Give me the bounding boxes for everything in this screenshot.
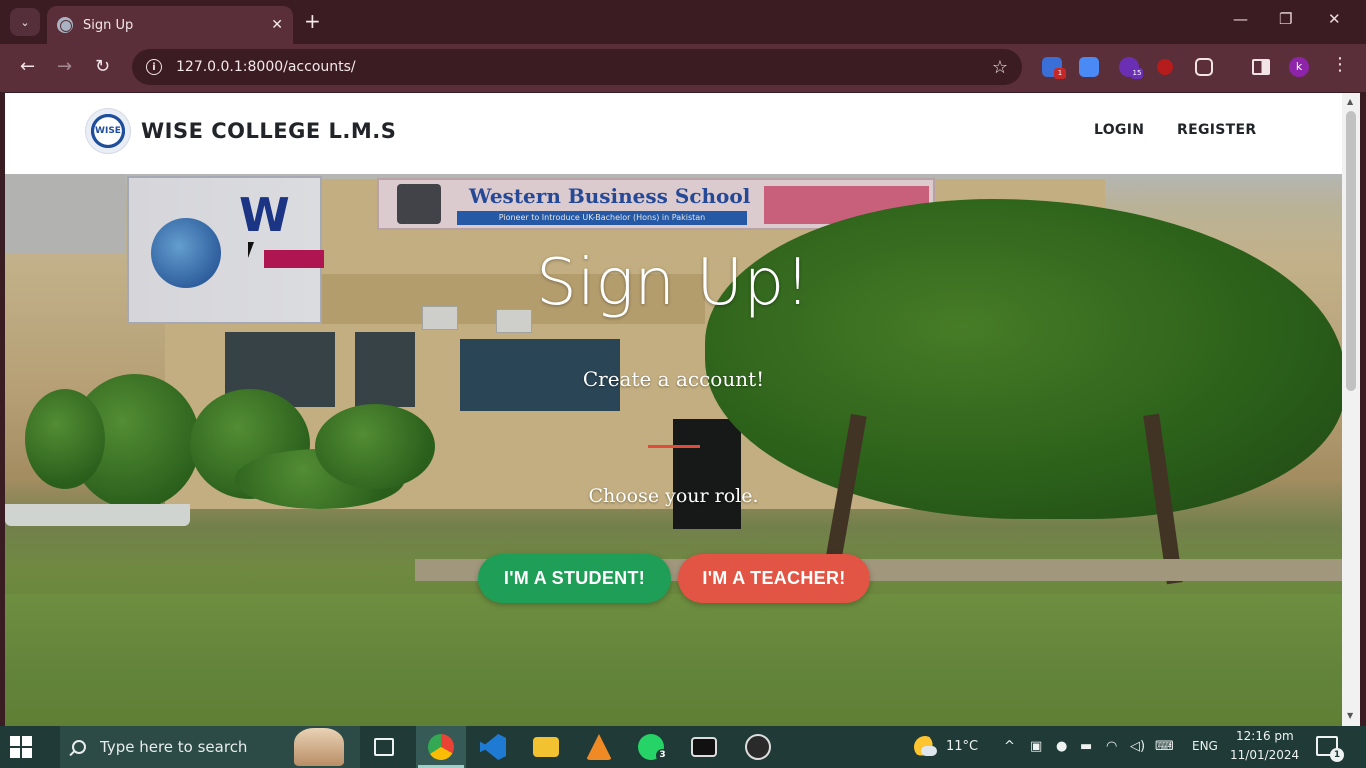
clock-time[interactable]: 12:16 pm [1236,729,1294,743]
browser-tab-strip: ⌄ Sign Up ✕ + — ❐ ✕ [0,0,1366,44]
hero-section: W Western Business School Pioneer to Int… [5,174,1342,726]
chrome-app-icon[interactable] [428,734,454,760]
close-window-icon[interactable]: ✕ [1328,10,1341,28]
battery-icon[interactable]: ▬ [1080,739,1092,754]
role-prompt: Choose your role. [588,485,759,507]
microphone-icon[interactable]: ● [1056,739,1067,754]
wifi-icon[interactable]: ◠ [1106,739,1117,754]
file-explorer-icon[interactable] [533,737,559,757]
input-language[interactable]: ENG [1192,739,1218,753]
browser-tab-active[interactable]: Sign Up ✕ [47,6,293,44]
site-navbar: WISE WISE COLLEGE L.M.S LOGIN REGISTER [5,93,1342,174]
scroll-down-arrow-icon[interactable]: ▼ [1347,711,1353,720]
browser-menu-icon[interactable]: ⋮ [1331,54,1349,76]
scroll-up-arrow-icon[interactable]: ▲ [1347,97,1353,106]
taskbar-search-placeholder[interactable]: Type here to search [100,738,247,756]
tab-search-dropdown-icon[interactable]: ⌄ [10,8,40,36]
address-url[interactable]: 127.0.0.1:8000/accounts/ [176,59,992,75]
web-page: WISE WISE COLLEGE L.M.S LOGIN REGISTER W… [5,93,1342,726]
windows-start-icon[interactable] [10,736,32,758]
whatsapp-app-icon[interactable]: 3 [638,734,669,762]
brand-name[interactable]: WISE COLLEGE L.M.S [141,119,396,143]
nav-register-link[interactable]: REGISTER [1177,122,1256,138]
forward-arrow-icon[interactable]: → [57,56,72,78]
extensions-puzzle-icon[interactable] [1195,58,1213,76]
student-signup-button[interactable]: I'M A STUDENT! [478,554,671,603]
bookmark-star-icon[interactable]: ☆ [992,57,1008,78]
profile-avatar[interactable]: k [1289,57,1309,77]
college-logo: WISE [85,108,131,154]
keyboard-icon[interactable]: ⌨ [1155,739,1174,754]
extension-badge: 1 [1054,68,1066,79]
extension-badge: 15 [1131,68,1143,79]
tab-title: Sign Up [83,17,134,33]
vlc-app-icon[interactable] [586,734,612,760]
weather-cloud-sun-icon[interactable] [914,736,937,758]
clock-date[interactable]: 11/01/2024 [1230,748,1299,762]
volume-icon[interactable]: ◁) [1130,739,1145,754]
extension-chrome-icon[interactable]: 1 [1042,57,1066,79]
site-info-icon[interactable]: i [146,59,162,75]
back-arrow-icon[interactable]: ← [20,56,35,78]
search-highlight-cat-image [294,728,344,766]
restore-window-icon[interactable]: ❐ [1279,10,1292,28]
meet-now-icon[interactable]: ▣ [1030,739,1042,754]
recorder-app-icon[interactable] [745,734,771,760]
terminal-app-icon[interactable] [691,737,717,757]
page-scrollbar[interactable]: ▲ ▼ [1342,93,1360,726]
signup-subtitle: Create a account! [582,367,765,391]
reload-icon[interactable]: ↻ [95,56,110,78]
minimize-window-icon[interactable]: — [1233,10,1248,28]
extension-purple-icon[interactable]: 15 [1119,57,1143,79]
browser-toolbar: ← → ↻ i 127.0.0.1:8000/accounts/ ☆ 1 15 … [0,44,1366,92]
notification-badge: 1 [1330,748,1344,762]
search-icon [72,740,86,754]
vscode-app-icon[interactable] [480,734,506,760]
tab-close-icon[interactable]: ✕ [271,17,283,33]
taskbar-search-box[interactable]: Type here to search [60,726,360,768]
whatsapp-badge: 3 [656,749,669,762]
address-bar[interactable]: i 127.0.0.1:8000/accounts/ ☆ [132,49,1022,85]
signup-heading: Sign Up! [536,246,811,320]
scrollbar-thumb[interactable] [1346,111,1356,391]
show-hidden-icons-chevron-icon[interactable]: ^ [1004,739,1015,754]
task-view-icon[interactable] [374,738,394,756]
teacher-signup-button[interactable]: I'M A TEACHER! [678,554,870,603]
weather-temperature[interactable]: 11°C [946,739,978,754]
extension-translate-icon[interactable] [1079,57,1099,77]
windows-taskbar: Type here to search 3 11°C ^ ▣ ● ▬ ◠ ◁) … [0,726,1366,768]
side-panel-icon[interactable] [1252,59,1270,75]
logo-text: WISE [95,126,121,136]
hero-divider [648,445,700,448]
nav-login-link[interactable]: LOGIN [1094,122,1144,138]
globe-favicon-icon [57,17,73,33]
site-brand[interactable]: WISE WISE COLLEGE L.M.S [85,108,396,154]
extension-ublock-icon[interactable] [1157,59,1173,75]
new-tab-button[interactable]: + [304,10,321,32]
mouse-cursor-icon [248,242,260,258]
